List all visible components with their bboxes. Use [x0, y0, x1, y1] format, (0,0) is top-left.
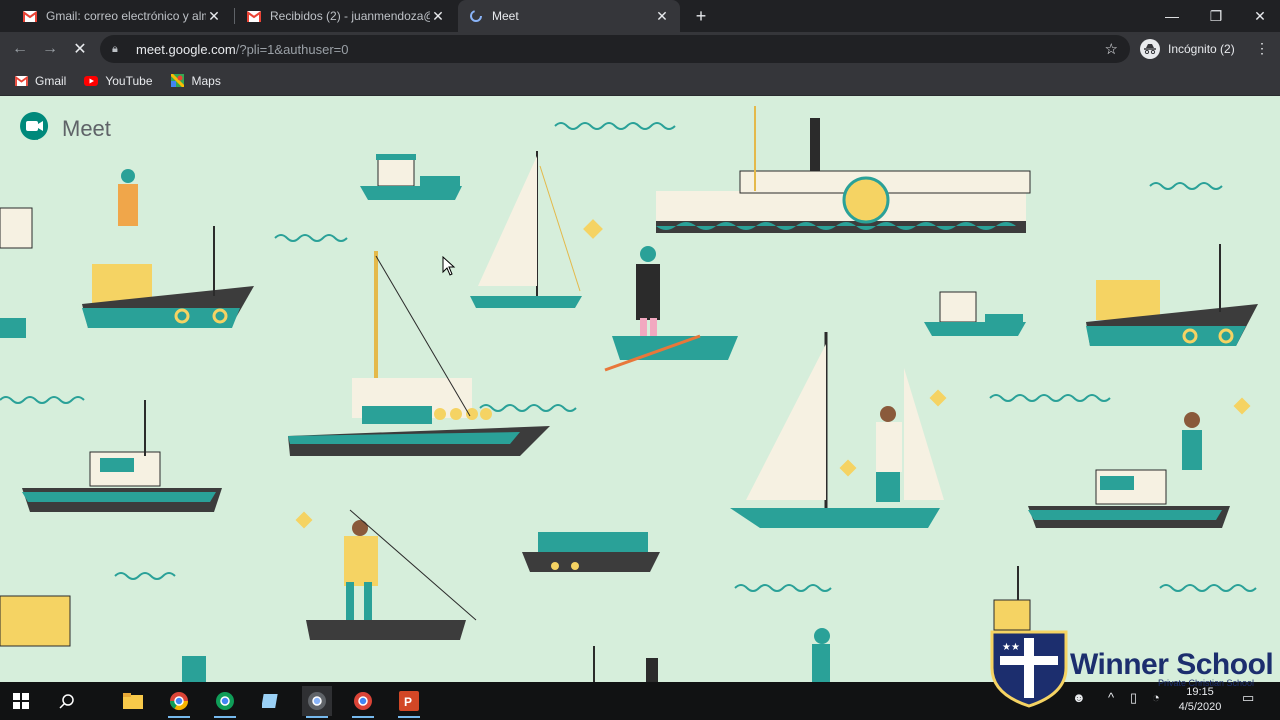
bookmark-youtube[interactable]: YouTube — [84, 73, 153, 88]
bookmark-label: Maps — [191, 73, 221, 88]
address-bar[interactable]: 🔒︎ meet.google.com/?pli=1&authuser=0 ☆ — [100, 35, 1130, 63]
gmail-icon — [246, 8, 262, 24]
bookmark-label: Gmail — [35, 73, 67, 88]
tab-inbox[interactable]: Recibidos (2) - juanmendoza@w ✕ — [236, 0, 456, 32]
folder-icon — [123, 693, 143, 709]
svg-text:P: P — [404, 695, 412, 709]
meet-logo-icon — [18, 110, 50, 147]
wifi-icon[interactable]: ◔ — [1152, 690, 1160, 705]
meet-title: Meet — [62, 115, 111, 141]
file-explorer-button[interactable] — [118, 686, 148, 716]
incognito-label: Incógnito (2) — [1168, 42, 1235, 56]
bookmarks-bar: Gmail YouTube Maps — [0, 66, 1280, 96]
tab-gmail[interactable]: Gmail: correo electrónico y almac ✕ — [12, 0, 232, 32]
incognito-icon — [1140, 39, 1160, 59]
new-tab-button[interactable]: + — [690, 5, 712, 27]
windows-icon — [13, 693, 29, 709]
search-icon — [59, 694, 74, 709]
browser-toolbar: ← → ✕ 🔒︎ meet.google.com/?pli=1&authuser… — [0, 32, 1280, 66]
close-icon[interactable]: ✕ — [206, 8, 222, 24]
maps-icon — [171, 74, 185, 88]
tab-separator — [234, 8, 235, 24]
close-icon[interactable]: ✕ — [654, 8, 670, 24]
stop-button[interactable]: ✕ — [68, 37, 92, 61]
close-window-button[interactable]: ✕ — [1238, 0, 1280, 32]
battery-icon[interactable]: ▯ — [1130, 690, 1137, 706]
chrome-icon — [354, 692, 372, 710]
chrome-icon — [308, 692, 326, 710]
boats-illustration — [0, 106, 1258, 682]
back-button[interactable]: ← — [8, 37, 32, 61]
chrome-incognito-button[interactable] — [302, 686, 332, 718]
clock-date: 4/5/2020 — [1178, 701, 1222, 713]
search-button[interactable] — [52, 686, 82, 716]
notepad-icon — [262, 694, 278, 708]
winner-school-shield-icon: ★★ — [990, 630, 1068, 708]
restore-button[interactable]: ❐ — [1194, 0, 1238, 32]
chrome-icon — [216, 692, 234, 710]
chrome-taskbar-button[interactable] — [210, 686, 240, 718]
bookmark-maps[interactable]: Maps — [171, 74, 221, 88]
windows-taskbar: P ☻ ^ ▯ ◔ 19:15 4/5/2020 ▭ — [0, 682, 1280, 720]
lock-icon: 🔒︎ — [112, 42, 118, 55]
tab-strip: Gmail: correo electrónico y almac ✕ Reci… — [0, 0, 1280, 32]
chrome-taskbar-button[interactable] — [348, 686, 378, 718]
incognito-button[interactable]: Incógnito (2) — [1140, 37, 1235, 61]
svg-text:★★: ★★ — [1002, 642, 1020, 653]
notifications-icon[interactable]: ▭ — [1242, 690, 1254, 706]
url-host: meet.google.com — [136, 41, 236, 57]
windows-start-button[interactable] — [6, 686, 36, 716]
bookmark-label: YouTube — [105, 73, 153, 88]
gmail-icon — [14, 74, 28, 88]
watermark-title: Winner School — [1070, 648, 1274, 681]
tab-title: Meet — [492, 9, 519, 23]
chrome-taskbar-button[interactable] — [164, 686, 194, 718]
people-icon[interactable]: ☻ — [1072, 690, 1086, 705]
powerpoint-icon: P — [399, 691, 419, 711]
taskbar-clock[interactable]: 19:15 4/5/2020 — [1176, 685, 1224, 715]
star-icon[interactable]: ☆ — [1105, 40, 1118, 58]
chrome-icon — [170, 692, 188, 711]
youtube-icon — [84, 74, 99, 88]
url-path: /?pli=1&authuser=0 — [235, 41, 349, 57]
notepad-button[interactable] — [256, 686, 286, 716]
menu-icon[interactable]: ⋮ — [1255, 40, 1269, 57]
meet-page: Meet — [0, 96, 1280, 682]
bookmark-gmail[interactable]: Gmail — [14, 74, 66, 88]
cursor-icon — [442, 256, 456, 276]
forward-button[interactable]: → — [38, 37, 62, 61]
powerpoint-button[interactable]: P — [394, 686, 424, 718]
gmail-icon — [22, 8, 38, 24]
close-icon[interactable]: ✕ — [430, 8, 446, 24]
tab-title: Recibidos (2) - juanmendoza@w — [270, 9, 430, 23]
watermark-subtitle: Private Christian School — [1158, 678, 1255, 688]
minimize-button[interactable]: — — [1150, 0, 1194, 32]
tab-title: Gmail: correo electrónico y almac — [46, 9, 206, 23]
meet-logo[interactable]: Meet — [18, 110, 111, 147]
meet-loading-icon — [468, 8, 484, 24]
tab-meet[interactable]: Meet ✕ — [458, 0, 680, 32]
chevron-up-icon[interactable]: ^ — [1108, 690, 1114, 705]
